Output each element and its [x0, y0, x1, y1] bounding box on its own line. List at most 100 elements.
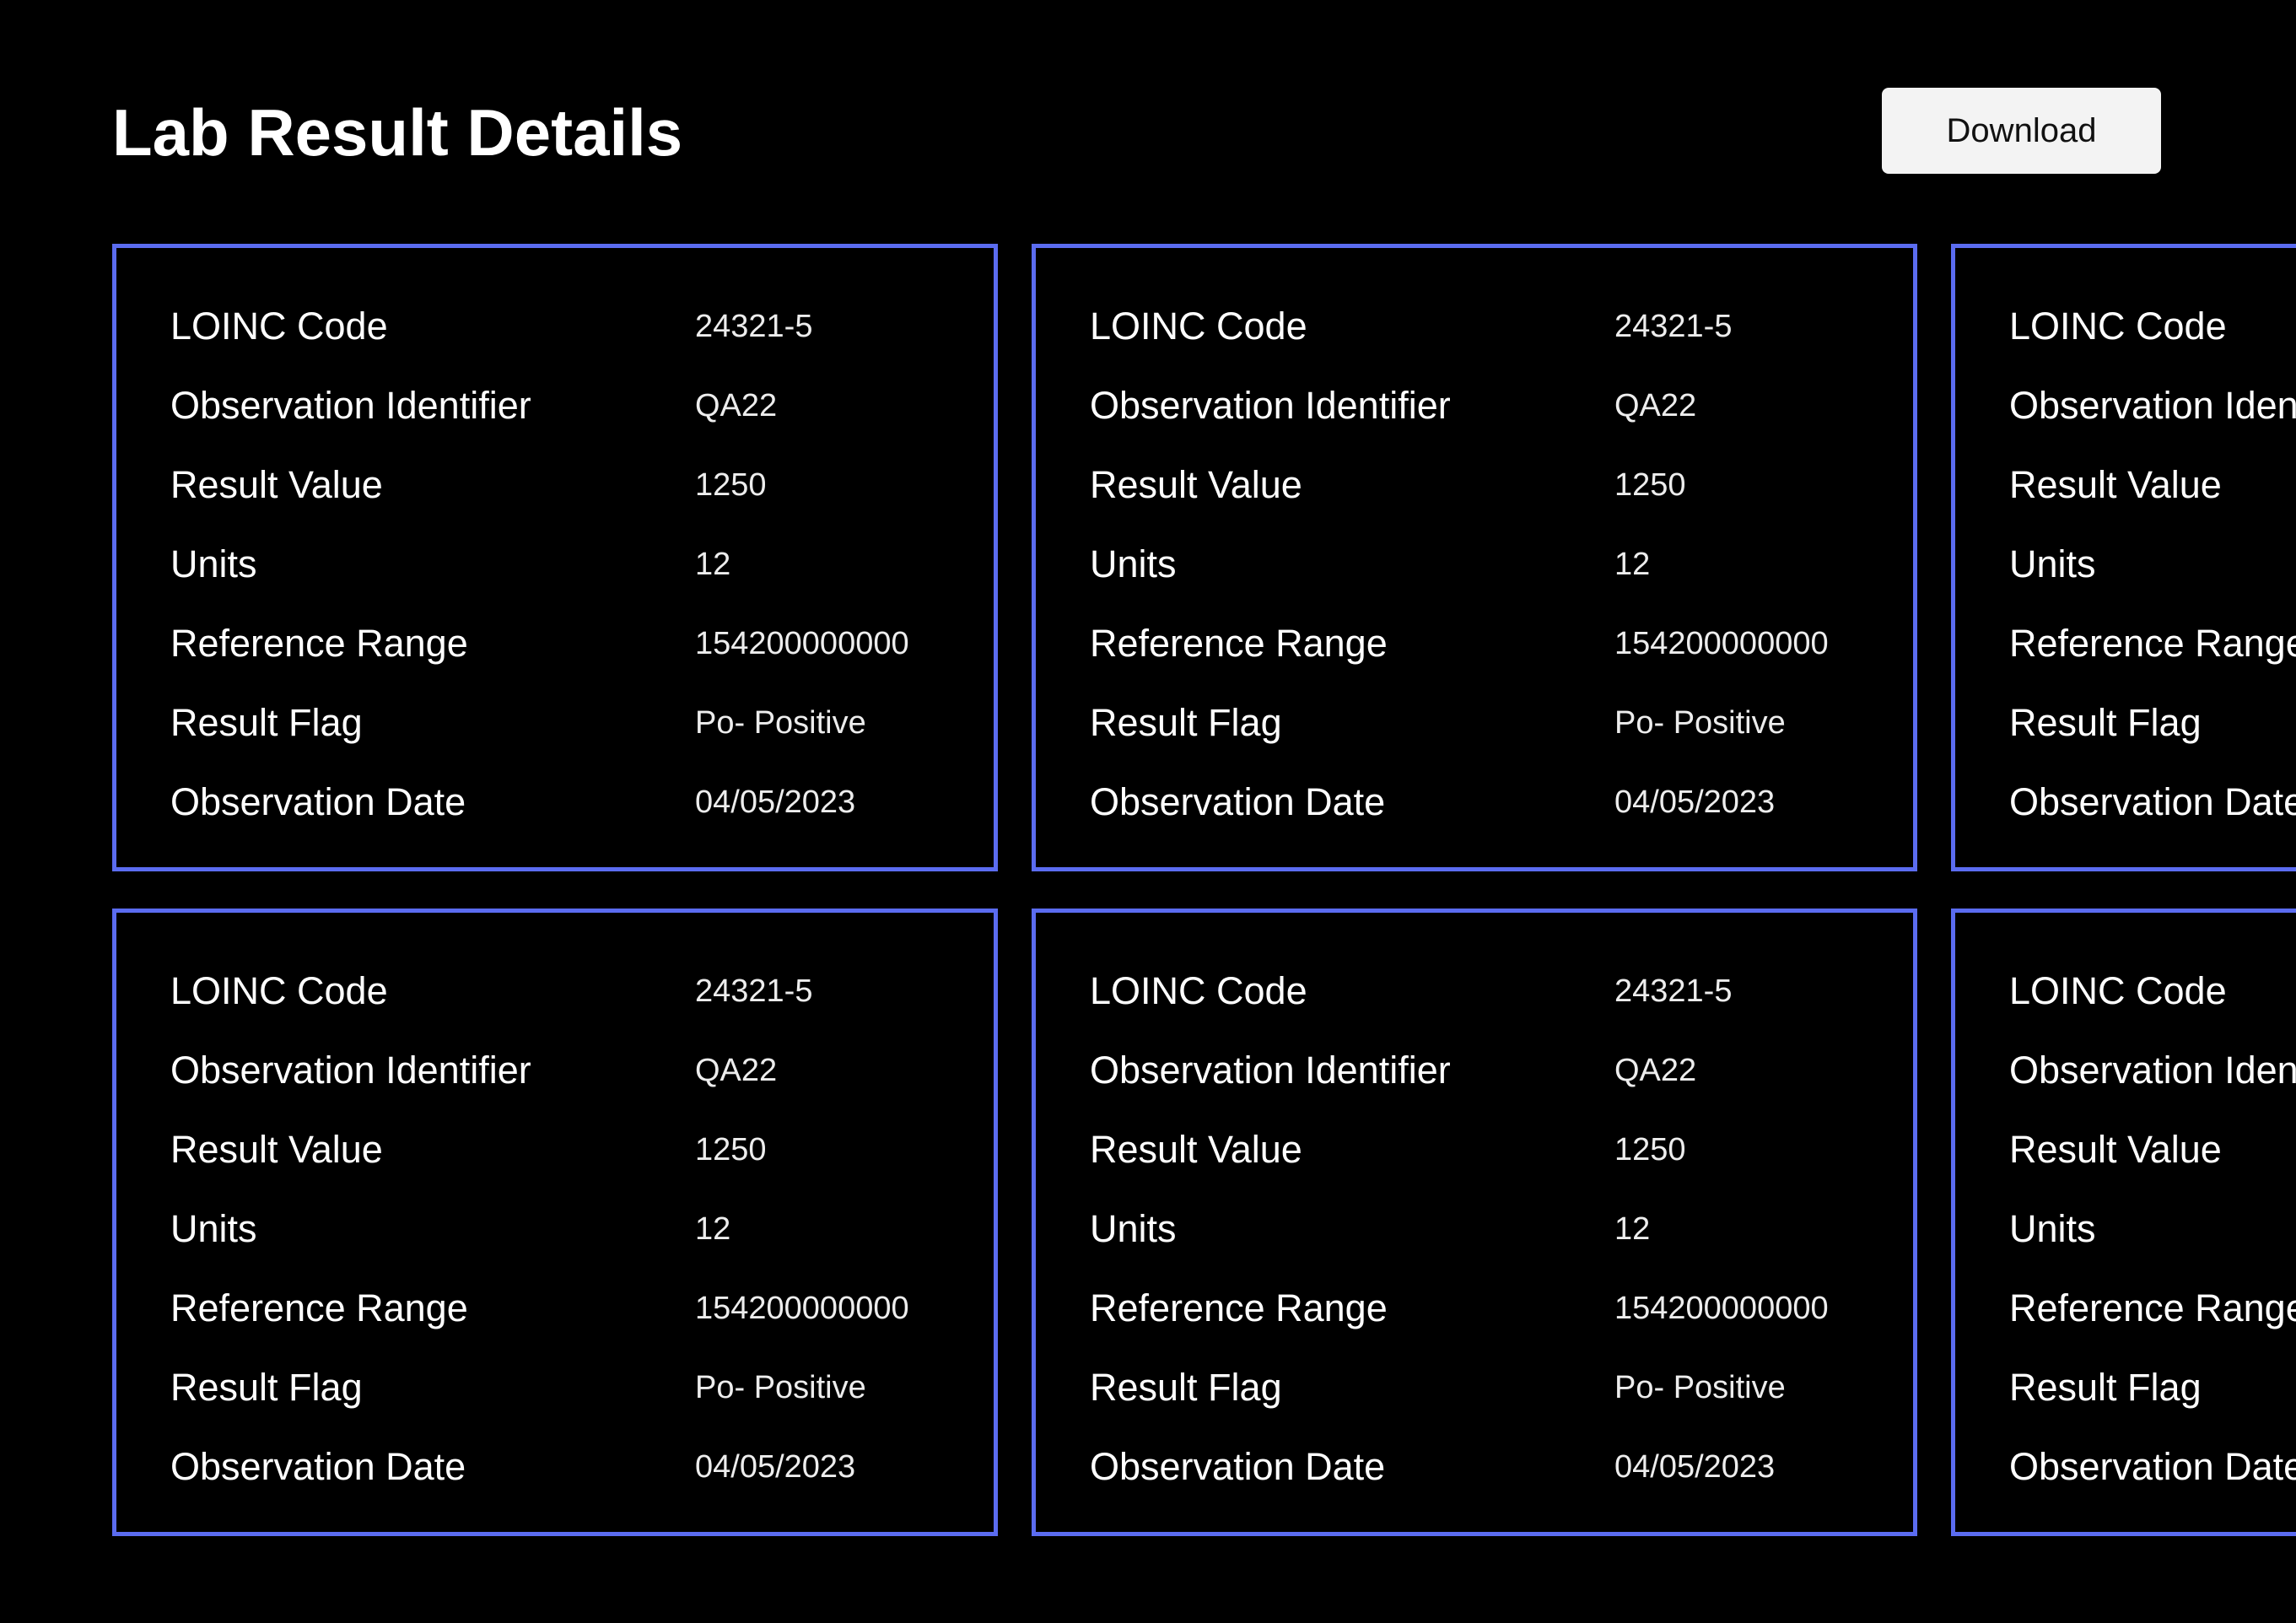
- result-field-row: Result FlagPo- Positive: [170, 683, 994, 763]
- field-value: QA22: [1614, 387, 1697, 423]
- field-label: Observation Date: [2009, 780, 2296, 823]
- field-value: 154200000000: [695, 625, 909, 661]
- field-value: 24321-5: [695, 973, 813, 1009]
- lab-result-card: LOINC Code24321-5 Observation Identifier Q…: [112, 909, 998, 1536]
- lab-result-card: LOINC Code24321-5Observation IdentifierQ…: [1951, 909, 2296, 1536]
- lab-result-card: LOINC Code24321-5 Observation Identifier Q…: [1032, 244, 1917, 871]
- field-value: 154200000000: [1614, 625, 1829, 661]
- result-field-row: LOINC Code24321-5: [2009, 287, 2296, 366]
- result-field-row: Reference Range 154200000000: [170, 1269, 994, 1348]
- lab-result-card-grid: LOINC Code 24321-5 Observation Identifier Q…: [112, 244, 2296, 1536]
- result-field-row: LOINC Code24321-5: [170, 952, 994, 1031]
- result-field-row: Result Value1250: [2009, 445, 2296, 525]
- result-field-row: Observation Date04/05/2023: [2009, 1427, 2296, 1507]
- field-label: Result Flag: [170, 1366, 363, 1409]
- result-field-row: Result Value 1250: [170, 445, 994, 525]
- field-value: Po- Positive: [695, 704, 866, 741]
- field-value: QA22: [695, 1052, 778, 1088]
- result-field-row: Observation Identifier QA22: [170, 366, 994, 445]
- field-label: Reference Range: [170, 622, 468, 665]
- field-label: Observation Identifier: [1090, 384, 1451, 427]
- result-field-row: Units 12: [170, 1189, 994, 1269]
- field-value: 04/05/2023: [1614, 784, 1776, 820]
- field-value: Po- Positive: [1614, 704, 1786, 741]
- field-label: Observation Identifier: [170, 384, 531, 427]
- lab-result-card: LOINC Code 24321-5 Observation Identifier Q…: [1032, 909, 1917, 1536]
- field-label: Observation Identifier: [2009, 384, 2296, 427]
- field-value: 1250: [695, 1131, 767, 1167]
- result-field-row: Result Flag Po- Positive: [170, 1348, 994, 1427]
- field-value: Po- Positive: [695, 1369, 866, 1405]
- field-label: Observation Date: [1090, 780, 1386, 823]
- field-label: Units: [2009, 542, 2096, 585]
- field-label: Units: [170, 542, 257, 585]
- field-value: QA22: [1614, 1052, 1697, 1088]
- page-title: Lab Result Details: [112, 95, 683, 170]
- field-value: 24321-5: [1614, 973, 1733, 1009]
- field-label: Reference Range: [170, 1286, 468, 1329]
- field-label: Reference Range: [2009, 622, 2296, 665]
- result-field-row: Reference Range154200000000: [2009, 604, 2296, 683]
- field-value: QA22: [695, 387, 778, 423]
- field-label: Result Flag: [1090, 1366, 1282, 1409]
- result-field-row: Observation Date04/05/2023: [170, 763, 994, 842]
- field-value: 154200000000: [695, 1290, 909, 1326]
- field-value: 1250: [1614, 1131, 1686, 1167]
- field-label: Result Value: [170, 463, 383, 506]
- result-field-row: Units 12: [170, 525, 994, 604]
- field-label: Units: [2009, 1207, 2096, 1250]
- field-value: Po- Positive: [1614, 1369, 1786, 1405]
- result-field-row: Units12: [1090, 1189, 1913, 1269]
- result-field-row: Reference Range 154200000000: [1090, 604, 1913, 683]
- result-field-row: LOINC Code24321-5: [170, 287, 994, 366]
- result-field-row: Result FlagPo- Positive: [1090, 683, 1913, 763]
- result-field-row: Observation Identifier QA22: [170, 1031, 994, 1110]
- field-value: 12: [1614, 546, 1651, 582]
- result-field-row: Reference Range154200000000: [1090, 1269, 1913, 1348]
- result-field-row: Result Value 1250: [1090, 1110, 1913, 1189]
- field-label: LOINC Code: [1090, 969, 1307, 1012]
- result-field-row: Observation Date04/05/2023: [2009, 763, 2296, 842]
- field-value: 1250: [1614, 466, 1686, 503]
- result-field-row: LOINC Code 24321-5: [1090, 952, 1913, 1031]
- field-label: Observation Date: [1090, 1445, 1386, 1488]
- field-label: Reference Range: [1090, 622, 1388, 665]
- field-value: 04/05/2023: [1614, 1448, 1776, 1485]
- field-label: Result Value: [1090, 1128, 1302, 1171]
- result-field-row: Result FlagPo- Positive: [2009, 683, 2296, 763]
- field-label: Observation Identifier: [2009, 1049, 2296, 1092]
- result-field-row: Observation Date 04/05/2023: [1090, 1427, 1913, 1507]
- result-field-row: LOINC Code24321-5: [1090, 287, 1913, 366]
- field-label: Observation Identifier: [1090, 1049, 1451, 1092]
- field-value: 04/05/2023: [695, 1448, 856, 1485]
- field-label: LOINC Code: [2009, 305, 2227, 348]
- result-field-row: Observation Identifier QA22: [1090, 1031, 1913, 1110]
- result-field-row: Result FlagPo- Positive: [2009, 1348, 2296, 1427]
- field-label: Observation Date: [170, 780, 466, 823]
- field-label: Observation Date: [2009, 1445, 2296, 1488]
- field-label: Result Value: [2009, 1128, 2222, 1171]
- field-label: Result Value: [170, 1128, 383, 1171]
- field-value: 12: [1614, 1211, 1651, 1247]
- field-value: 1250: [695, 466, 767, 503]
- field-value: 12: [695, 546, 731, 582]
- field-label: Reference Range: [1090, 1286, 1388, 1329]
- download-button[interactable]: Download: [1882, 88, 2161, 174]
- field-label: LOINC Code: [1090, 305, 1307, 348]
- result-field-row: Result Value1250: [1090, 445, 1913, 525]
- field-label: LOINC Code: [170, 305, 388, 348]
- result-field-row: Result Flag Po- Positive: [1090, 1348, 1913, 1427]
- result-field-row: Reference Range 154200000000: [170, 604, 994, 683]
- field-label: Result Flag: [2009, 701, 2202, 744]
- lab-result-card: LOINC Code24321-5Observation IdentifierQ…: [1951, 244, 2296, 871]
- result-field-row: Observation Date 04/05/2023: [170, 1427, 994, 1507]
- field-value: 12: [695, 1211, 731, 1247]
- field-label: Observation Date: [170, 1445, 466, 1488]
- field-label: Reference Range: [2009, 1286, 2296, 1329]
- lab-result-details-page: Lab Result Details Download LOINC Code 24…: [0, 0, 2296, 1623]
- result-field-row: Reference Range154200000000: [2009, 1269, 2296, 1348]
- field-label: Units: [170, 1207, 257, 1250]
- result-field-row: Units12: [1090, 525, 1913, 604]
- field-label: Observation Identifier: [170, 1049, 531, 1092]
- result-field-row: Units12: [2009, 1189, 2296, 1269]
